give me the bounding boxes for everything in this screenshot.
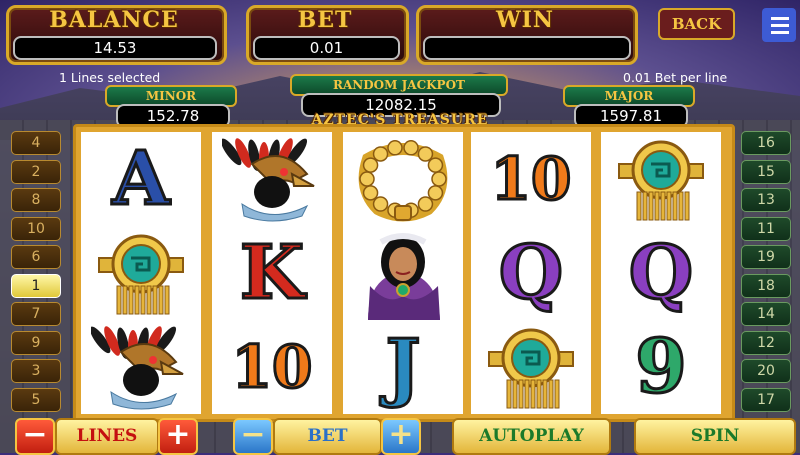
symbol-9: 9	[634, 324, 688, 410]
bet-increase-button[interactable]: +	[381, 418, 421, 455]
menu-icon-bar	[771, 31, 789, 34]
line-button-15[interactable]: 15	[741, 159, 791, 184]
lines-selected-text: 1 Lines selected	[59, 70, 161, 85]
symbol-necklace	[343, 132, 463, 226]
bet-value: 0.01	[253, 36, 400, 60]
symbol-medallion	[81, 226, 201, 320]
line-button-19[interactable]: 19	[741, 245, 791, 269]
lines-label: LINES	[55, 418, 159, 455]
win-value	[423, 36, 631, 60]
line-button-7[interactable]: 7	[11, 302, 61, 326]
symbol-Q: Q	[497, 230, 564, 316]
symbol-medallion	[601, 132, 721, 226]
symbol-J: J	[384, 324, 422, 410]
menu-button[interactable]	[762, 8, 796, 42]
line-button-9[interactable]: 9	[11, 330, 61, 355]
line-button-6[interactable]: 6	[11, 245, 61, 269]
autoplay-button[interactable]: AUTOPLAY	[452, 418, 611, 455]
line-button-16[interactable]: 16	[741, 131, 791, 155]
bet-per-line-text: 0.01 Bet per line	[623, 70, 728, 85]
symbol-Q: Q	[627, 230, 694, 316]
symbol-medallion	[471, 320, 591, 414]
menu-icon	[771, 17, 789, 20]
line-button-3[interactable]: 3	[11, 359, 61, 383]
line-button-4[interactable]: 4	[11, 131, 61, 155]
bet-label: BET	[297, 7, 353, 33]
win-label: WIN	[495, 7, 555, 33]
balance-value: 14.53	[13, 36, 217, 60]
reel-1: A	[81, 132, 201, 414]
symbol-10: 10	[230, 333, 314, 401]
line-button-13[interactable]: 13	[741, 188, 791, 212]
line-button-11[interactable]: 11	[741, 216, 791, 241]
line-button-17[interactable]: 17	[741, 387, 791, 412]
symbol-aztec-princess	[343, 226, 463, 320]
line-button-2[interactable]: 2	[11, 159, 61, 184]
line-button-5[interactable]: 5	[11, 387, 61, 412]
lines-decrease-button[interactable]: −	[15, 418, 55, 455]
line-button-12[interactable]: 12	[741, 330, 791, 355]
reel-area: A K 10 J 10 Q Q 9	[73, 124, 735, 422]
line-button-8[interactable]: 8	[11, 188, 61, 212]
line-button-14[interactable]: 14	[741, 302, 791, 326]
lines-increase-button[interactable]: +	[158, 418, 198, 455]
reel-2: K 10	[212, 132, 332, 414]
symbol-eagle-headdress	[81, 320, 201, 414]
bet-decrease-button[interactable]: −	[233, 418, 273, 455]
symbol-A: A	[111, 136, 171, 222]
balance-label: BALANCE	[49, 7, 179, 33]
line-button-18[interactable]: 18	[741, 273, 791, 298]
spin-button[interactable]: SPIN	[634, 418, 796, 455]
symbol-10: 10	[489, 145, 573, 213]
symbol-eagle-headdress	[212, 132, 332, 226]
back-button[interactable]: BACK	[658, 8, 735, 40]
menu-icon-bar	[771, 24, 789, 27]
line-button-10[interactable]: 10	[11, 216, 61, 241]
bet-control-label: BET	[273, 418, 382, 455]
line-button-1[interactable]: 1	[11, 273, 61, 298]
reel-3: J	[343, 132, 463, 414]
reel-4: 10 Q	[471, 132, 591, 414]
reel-5: Q9	[601, 132, 721, 414]
symbol-K: K	[238, 230, 305, 316]
line-button-20[interactable]: 20	[741, 359, 791, 383]
